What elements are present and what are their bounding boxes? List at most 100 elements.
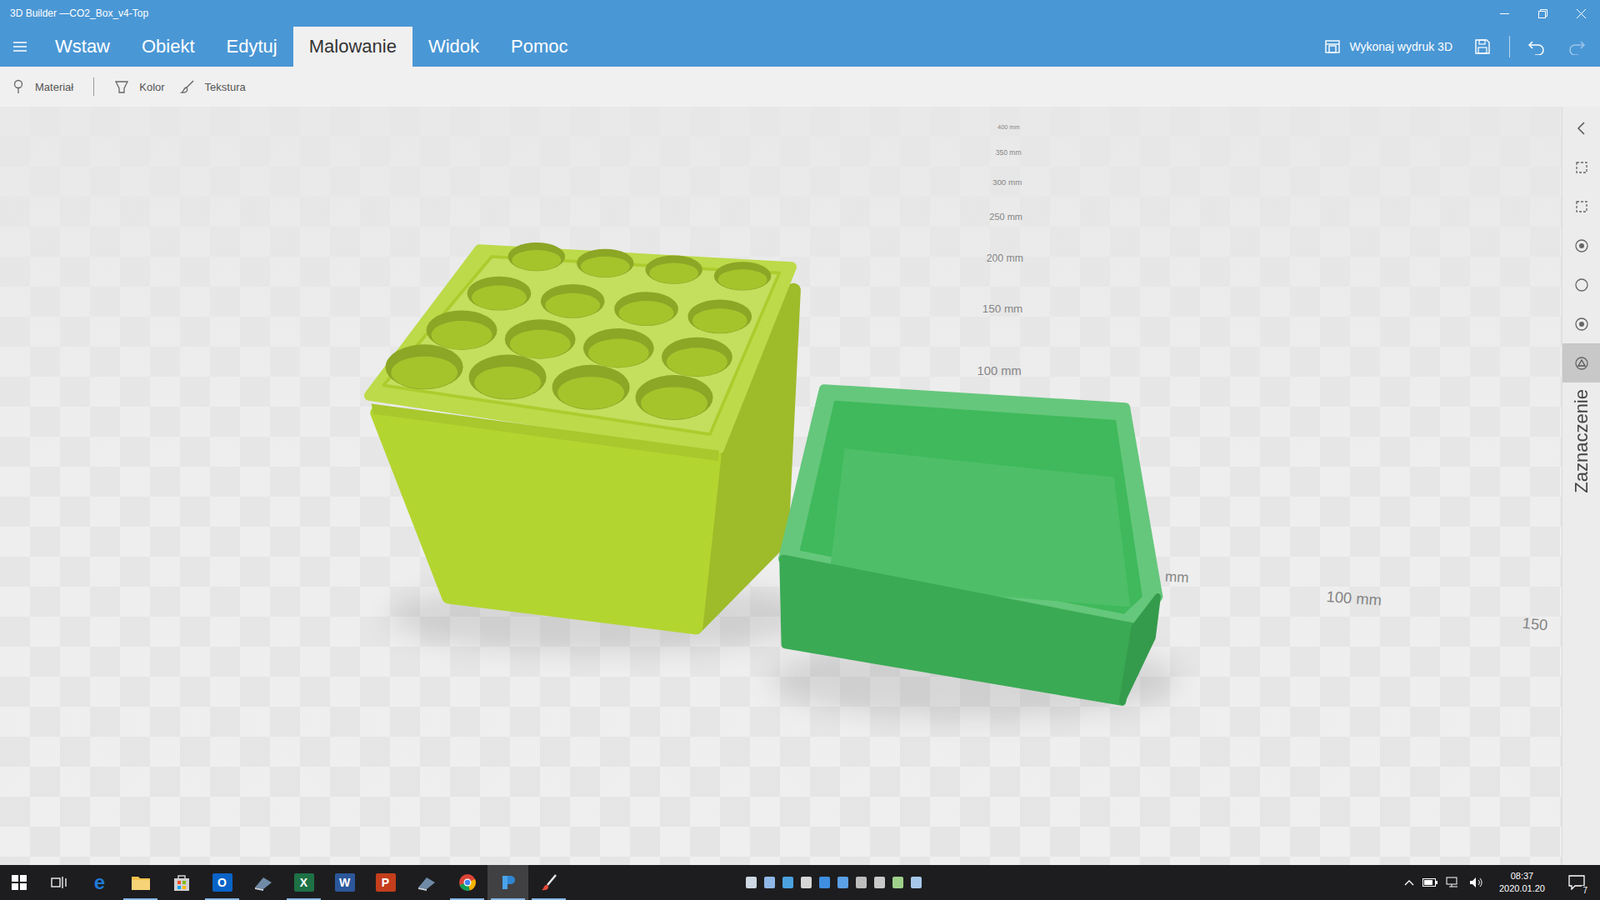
taskbar-app[interactable]	[487, 865, 529, 900]
menu-tab[interactable]: Obiekt	[125, 26, 211, 67]
side-tool[interactable]	[1562, 186, 1600, 226]
taskbar-app[interactable]: O	[201, 865, 243, 900]
brush-icon	[180, 79, 195, 95]
edge-icon: e	[94, 872, 105, 893]
tool-icon	[1574, 355, 1590, 371]
taskbar-app[interactable]	[120, 865, 161, 900]
quick-launch-icon[interactable]	[800, 876, 812, 889]
taskbar-app[interactable]	[446, 865, 488, 900]
quick-launch-icon[interactable]	[819, 876, 830, 889]
taskbar-app[interactable]	[160, 865, 202, 900]
taskbar-app[interactable]	[528, 865, 570, 900]
windows-icon	[11, 875, 27, 890]
tool-bar: Materiał Kolor Tekstura	[0, 66, 1600, 107]
ruler-label: mm	[1165, 568, 1190, 586]
taskbar-app[interactable]: X	[283, 865, 325, 900]
redo-icon	[1567, 38, 1586, 55]
save-icon	[1474, 38, 1491, 55]
minimize-icon	[1500, 9, 1510, 19]
quick-launch-icon[interactable]	[782, 876, 794, 889]
side-tool[interactable]	[1562, 343, 1600, 383]
taskbar-app[interactable]	[38, 865, 80, 900]
chevron-left-icon	[1576, 121, 1587, 135]
restore-button[interactable]	[1523, 0, 1562, 27]
quick-launch-icon[interactable]	[764, 876, 775, 889]
quick-launch-icon[interactable]	[745, 876, 757, 889]
side-panel-label: Zaznaczenie	[1570, 382, 1593, 500]
toolbar-item[interactable]: Materiał	[10, 75, 75, 98]
quick-launch-icon[interactable]	[910, 876, 922, 889]
app-icon	[416, 874, 437, 891]
network-icon[interactable]	[1445, 876, 1461, 889]
menu-tab[interactable]: Malowanie	[293, 26, 413, 67]
notification-button[interactable]: 7	[1560, 865, 1594, 900]
hole	[552, 365, 630, 410]
battery-icon[interactable]	[1422, 878, 1438, 887]
taskbar: e O XWP 08:372020.01.20 7	[0, 865, 1600, 900]
action-separator	[1509, 35, 1510, 58]
hole	[505, 319, 576, 359]
toolbar-item[interactable]: Tekstura	[178, 75, 248, 98]
tool-icon	[1574, 238, 1590, 254]
scene[interactable]: 400 mm350 mm300 mm250 mm200 mm150 mm100 …	[0, 106, 1562, 865]
ruler-label: 350 mm	[995, 148, 1022, 157]
chevron-up-icon[interactable]	[1404, 879, 1415, 886]
side-tool[interactable]	[1562, 304, 1600, 344]
quick-launch-icon[interactable]	[892, 876, 904, 889]
quick-launch	[745, 865, 922, 900]
toolbar-label: Tekstura	[205, 80, 246, 94]
3d-canvas[interactable]: 400 mm350 mm300 mm250 mm200 mm150 mm100 …	[0, 106, 1562, 865]
close-button[interactable]	[1561, 0, 1600, 27]
taskbar-app[interactable]: e	[79, 865, 120, 900]
toolbar-label: Kolor	[139, 80, 165, 94]
taskbar-app[interactable]	[405, 865, 447, 900]
hole	[426, 310, 498, 350]
menu-tab[interactable]: Edytuj	[210, 26, 294, 67]
holder-model[interactable]	[369, 242, 816, 653]
save-button[interactable]	[1462, 30, 1503, 64]
hole	[467, 276, 532, 311]
hole	[576, 249, 635, 278]
side-tool[interactable]	[1562, 147, 1600, 187]
volume-icon[interactable]	[1469, 876, 1485, 889]
clock[interactable]: 08:372020.01.20	[1492, 870, 1552, 895]
taskbar-app[interactable]: P	[365, 865, 406, 900]
tab-list: WstawObiektEdytujMalowanieWidokPomoc	[39, 26, 585, 67]
taskbar-app[interactable]	[0, 865, 39, 900]
minimize-button[interactable]	[1485, 0, 1524, 27]
taskbar-app[interactable]: W	[324, 865, 365, 900]
side-tool[interactable]	[1562, 225, 1600, 265]
hole	[714, 261, 772, 290]
ruler-label: 150 mm	[982, 302, 1024, 315]
folder-icon	[130, 874, 151, 891]
toolbar-item[interactable]: Kolor	[112, 75, 166, 98]
side-tool[interactable]	[1562, 265, 1600, 305]
menu-tab[interactable]: Widok	[412, 26, 495, 67]
taskbar-app[interactable]	[242, 865, 284, 900]
undo-button[interactable]	[1516, 30, 1557, 64]
quick-launch-icon[interactable]	[855, 876, 867, 889]
quick-launch-icon[interactable]	[837, 876, 849, 889]
menu-tab[interactable]: Wstaw	[39, 26, 126, 67]
lid-model[interactable]	[770, 389, 1179, 720]
collapse-button[interactable]	[1562, 108, 1600, 148]
ruler-label: 100 mm	[977, 364, 1022, 378]
menu-actions: Wykonaj wydruk 3D	[1314, 26, 1600, 67]
ruler-label: 200 mm	[986, 252, 1024, 265]
window-title: 3D Builder —CO2_Box_v4-Top	[0, 7, 1485, 20]
hole	[508, 242, 566, 271]
app-window: 3D Builder —CO2_Box_v4-Top WstawObiektEdy…	[0, 0, 1600, 900]
notification-count: 7	[1581, 885, 1589, 895]
print-button[interactable]: Wykonaj wydruk 3D	[1314, 33, 1463, 60]
redo-button[interactable]	[1556, 30, 1597, 64]
quick-launch-icon[interactable]	[874, 876, 885, 889]
3d-builder-icon	[499, 873, 518, 892]
hole	[635, 375, 714, 420]
app-letter-icon: P	[375, 873, 396, 892]
hole	[385, 344, 464, 390]
clock-time: 08:37	[1510, 870, 1535, 883]
menu-tab[interactable]: Pomoc	[495, 26, 584, 67]
toolbar-label: Materiał	[35, 80, 74, 94]
taskbar-apps: e O XWP	[0, 865, 570, 900]
menu-button[interactable]	[0, 26, 40, 67]
